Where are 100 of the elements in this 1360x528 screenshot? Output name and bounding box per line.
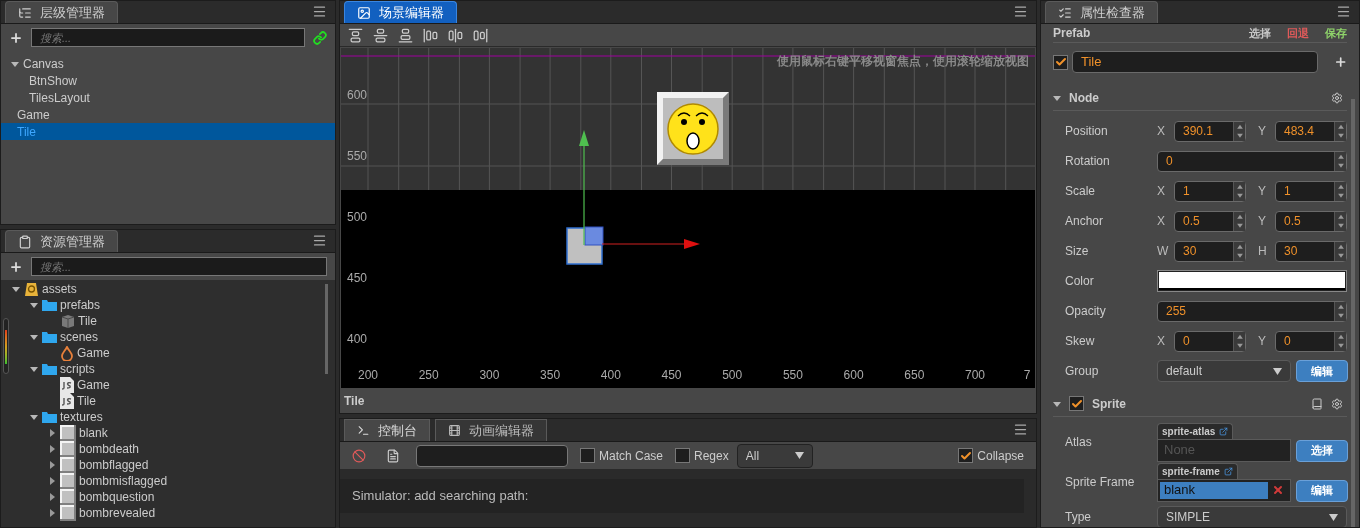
spinner-control[interactable] [1334,121,1346,141]
asset-item[interactable]: blank [1,425,335,441]
hierarchy-item[interactable]: Canvas [1,55,335,72]
asset-item[interactable]: scenes [1,329,335,345]
menu-icon[interactable] [1336,4,1351,19]
color-swatch[interactable] [1157,270,1347,292]
file-icon[interactable] [386,448,400,463]
component-checkbox[interactable] [1069,396,1084,411]
add-icon[interactable] [9,30,23,45]
prefab-action[interactable]: 选择 [1249,24,1271,42]
spinner-control[interactable] [1334,331,1346,351]
clear-icon[interactable] [1272,484,1284,496]
console-tab[interactable]: 动画编辑器 [435,419,547,441]
expand-triangle-icon[interactable] [30,413,38,421]
asset-item[interactable]: bombdeath [1,441,335,457]
scene-viewport[interactable]: 使用鼠标右键平移视窗焦点，使用滚轮缩放视图 600 550 500 450 400 200 250 300 350 400 450 500 550 600 650 700 7 [341,48,1035,388]
panel-tab[interactable]: 资源管理器 [5,230,118,252]
dropdown[interactable]: SIMPLE [1157,506,1347,527]
asset-item[interactable]: scripts [1,361,335,377]
action-button[interactable]: 编辑 [1296,360,1348,382]
hierarchy-item[interactable]: TilesLayout [1,89,335,106]
asset-item[interactable]: bombrevealed [1,505,335,521]
spinner-control[interactable] [1334,241,1346,261]
number-field[interactable]: 255 [1157,300,1347,322]
expand-triangle-icon[interactable] [30,365,38,373]
checkbox[interactable] [580,448,595,463]
menu-icon[interactable] [312,233,327,248]
checkbox[interactable] [675,448,691,463]
expand-triangle-icon[interactable] [11,59,19,68]
asset-item[interactable]: Tile [1,393,335,409]
console-tab[interactable]: 控制台 [344,419,430,441]
prefab-action[interactable]: 保存 [1325,24,1347,42]
menu-icon[interactable] [1013,422,1028,437]
link-icon[interactable] [313,30,327,45]
node-name-field[interactable]: Tile [1072,51,1318,73]
number-field[interactable]: 0 [1275,330,1347,352]
section-title[interactable]: Node [1069,88,1323,107]
book-icon[interactable] [1311,397,1323,410]
menu-icon[interactable] [312,4,327,19]
selected-node-sprite[interactable] [566,226,604,265]
align-right-icon[interactable] [473,27,488,43]
number-field[interactable]: 0 [1174,330,1246,352]
align-left-icon[interactable] [423,27,438,43]
spinner-control[interactable] [1233,181,1245,201]
spinner-control[interactable] [1334,181,1346,201]
checkbox[interactable] [958,448,974,463]
external-link-icon[interactable] [1223,466,1233,476]
dropdown[interactable]: default [1157,360,1291,382]
external-link-icon[interactable] [1219,426,1229,436]
number-field[interactable]: 0.5 [1174,210,1246,232]
number-field[interactable]: 0.5 [1275,210,1347,232]
number-field[interactable]: 30 [1174,240,1246,262]
settings-icon[interactable] [1331,397,1343,410]
scrollbar[interactable] [325,284,328,374]
spinner-control[interactable] [1334,151,1346,171]
asset-item[interactable]: prefabs [1,297,335,313]
x-axis-gizmo[interactable] [601,239,700,249]
menu-icon[interactable] [1013,4,1028,19]
search-field[interactable]: 搜索... [31,28,305,47]
clear-icon[interactable] [352,448,366,463]
align-middle-icon[interactable] [373,27,388,43]
settings-icon[interactable] [1331,91,1343,104]
level-dropdown[interactable]: All [736,443,813,468]
spinner-control[interactable] [1233,121,1245,141]
section-title[interactable]: Sprite [1092,394,1303,413]
number-field[interactable]: 390.1 [1174,120,1246,142]
number-field[interactable]: 30 [1275,240,1347,262]
y-axis-gizmo[interactable] [579,130,589,246]
asset-item[interactable]: Tile [1,313,335,329]
smiley-tile-sprite[interactable] [657,92,729,165]
asset-item[interactable]: Game [1,345,335,361]
expand-triangle-icon[interactable] [12,285,20,293]
asset-field[interactable]: blank [1157,478,1291,502]
panel-tab[interactable]: 属性检查器 [1045,1,1158,23]
panel-tab[interactable]: 层级管理器 [5,1,118,23]
asset-item[interactable]: Game [1,377,335,393]
asset-item[interactable]: textures [1,409,335,425]
expand-triangle-icon[interactable] [30,333,38,341]
expand-triangle-icon[interactable] [1053,399,1061,408]
number-field[interactable]: 483.4 [1275,120,1347,142]
number-field[interactable]: 1 [1174,180,1246,202]
align-bottom-icon[interactable] [398,27,413,43]
expand-triangle-icon[interactable] [1053,93,1061,102]
add-icon[interactable] [1333,55,1347,69]
action-button[interactable]: 选择 [1296,439,1348,462]
asset-item[interactable]: bombmisflagged [1,473,335,489]
hierarchy-item[interactable]: BtnShow [1,72,335,89]
action-button[interactable]: 编辑 [1296,479,1348,502]
align-center-icon[interactable] [448,27,463,43]
hierarchy-item[interactable]: Game [1,106,335,123]
spinner-control[interactable] [1233,211,1245,231]
search-field[interactable]: 搜索... [31,257,327,276]
spinner-control[interactable] [1334,211,1346,231]
node-enabled-checkbox[interactable] [1053,54,1068,70]
filter-field[interactable] [416,444,568,467]
panel-tab[interactable]: 场景编辑器 [344,1,457,23]
add-icon[interactable] [9,259,23,274]
asset-item[interactable]: bombflagged [1,457,335,473]
asset-item[interactable]: assets [1,281,335,297]
spinner-control[interactable] [1233,331,1245,351]
